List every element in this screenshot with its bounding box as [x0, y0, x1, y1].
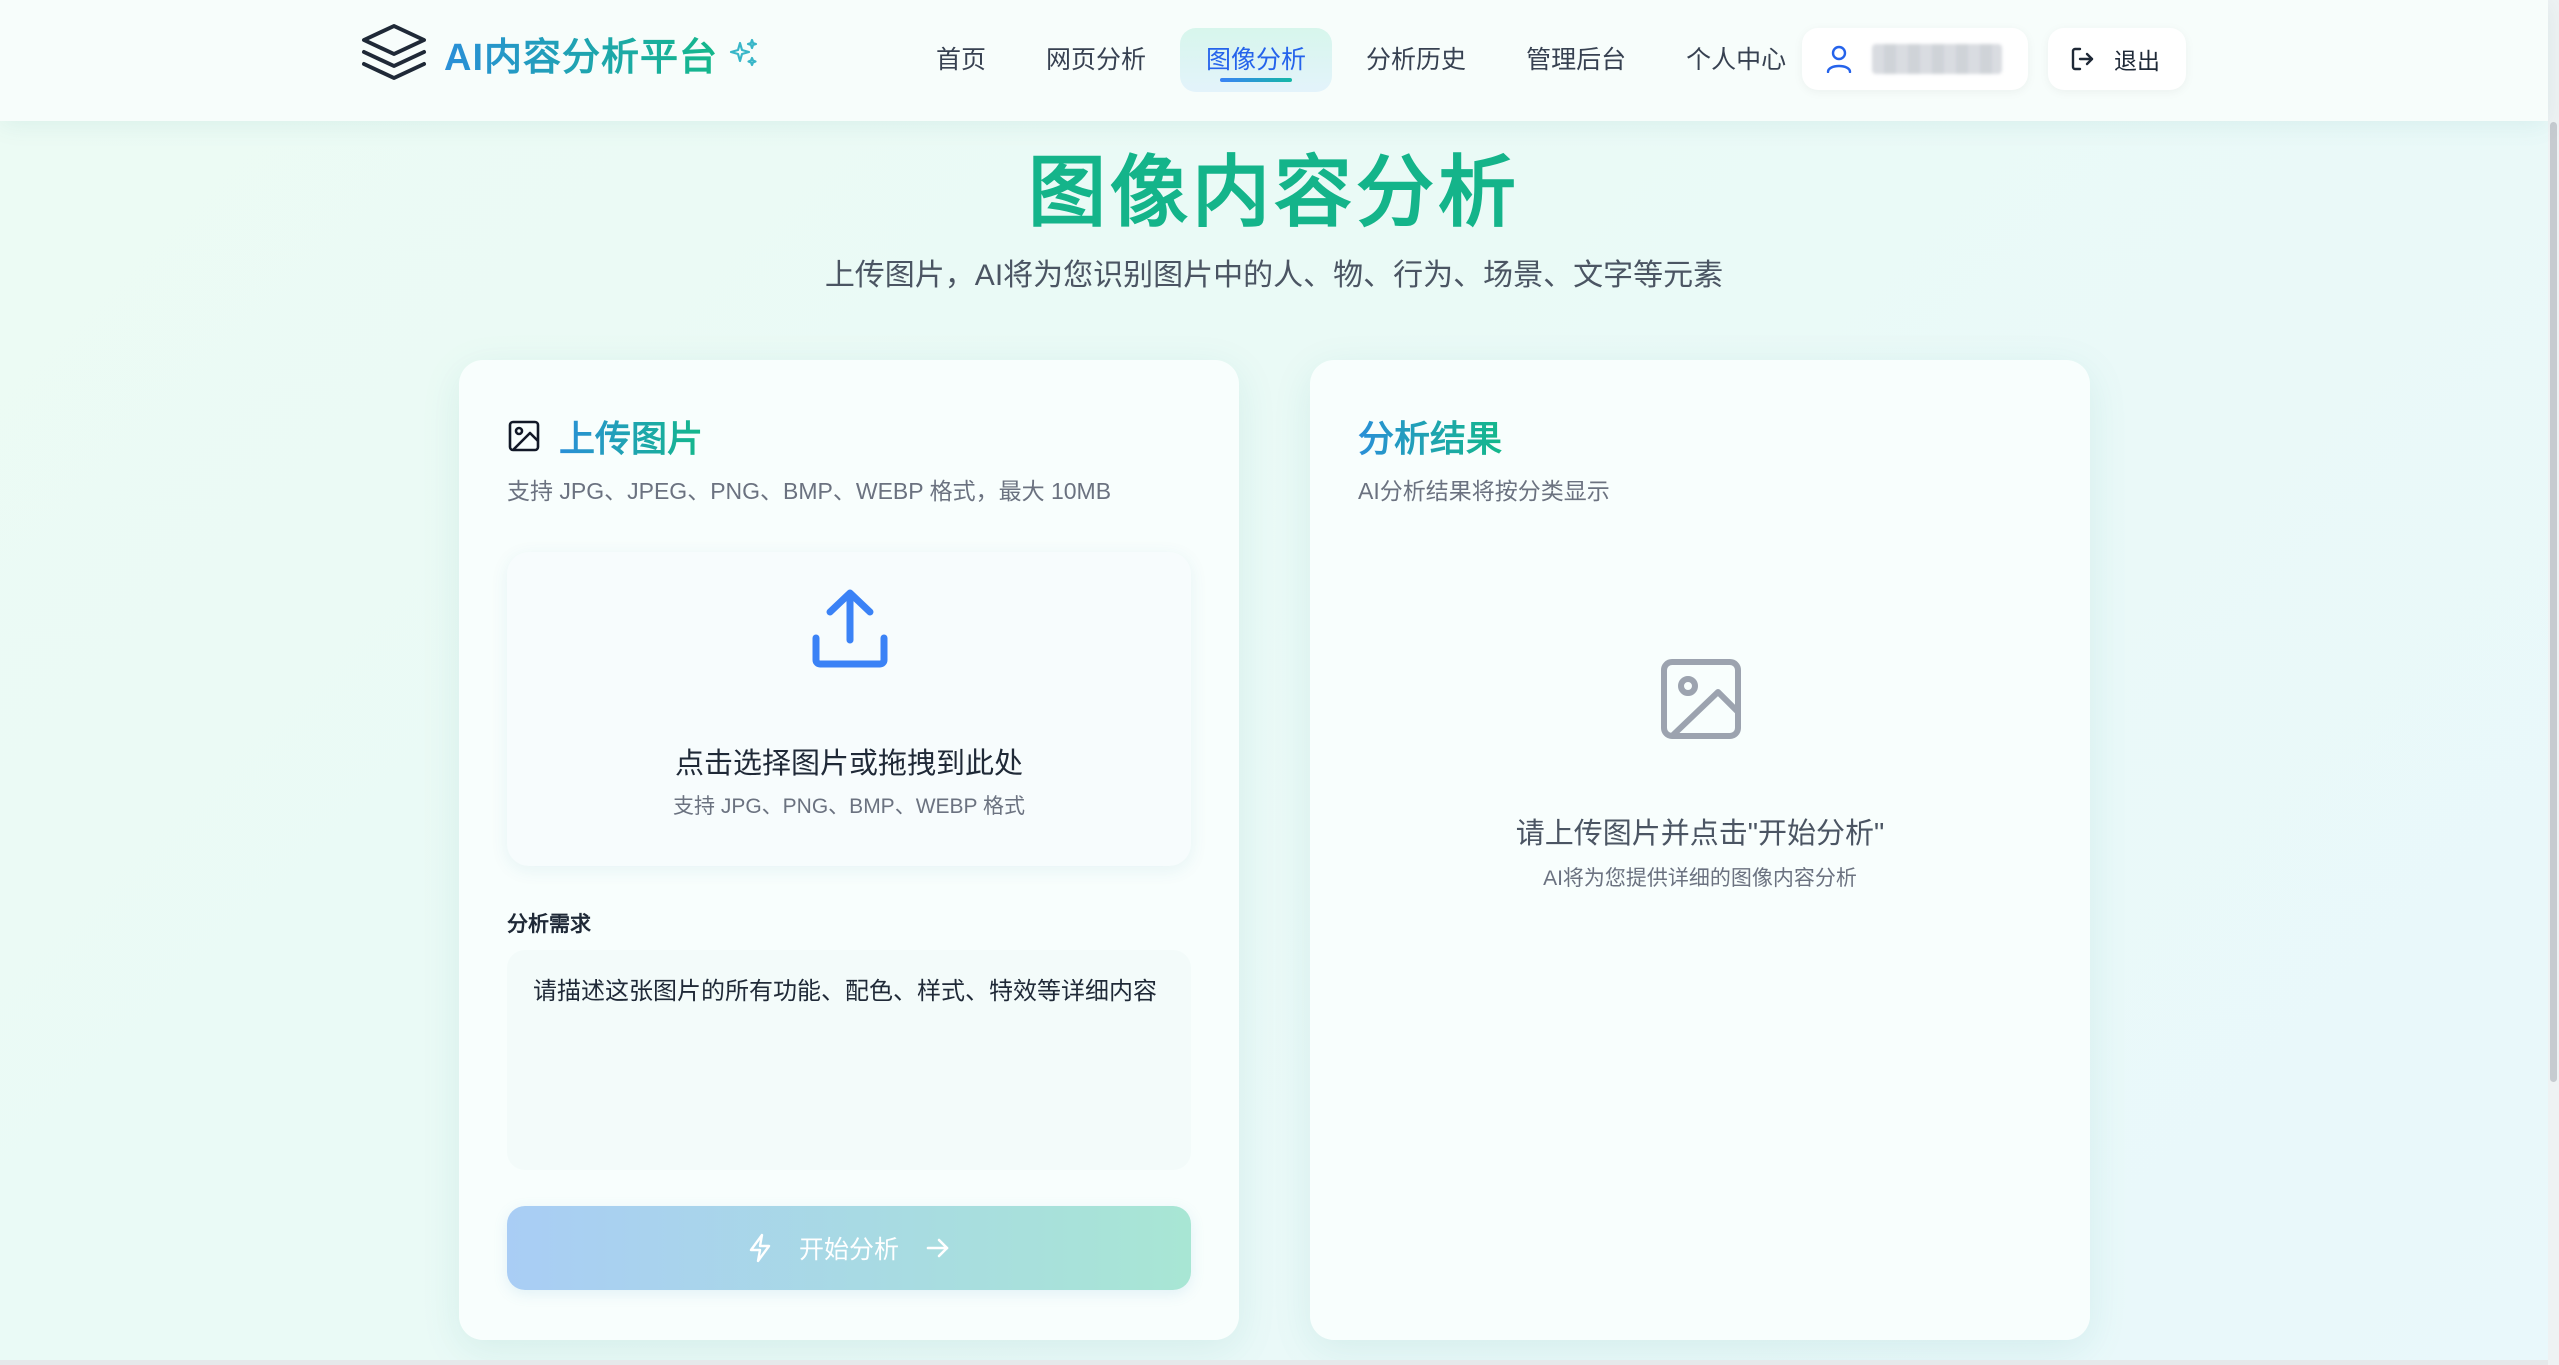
scrollbar-thumb[interactable]	[2550, 122, 2557, 1082]
upload-card-header: 上传图片	[507, 410, 703, 462]
start-analysis-label: 开始分析	[798, 1236, 899, 1264]
requirement-input[interactable]: 请描述这张图片的所有功能、配色、样式、特效等详细内容	[507, 950, 1191, 1170]
result-card: 分析结果 AI分析结果将按分类显示 请上传图片并点击"开始分析" AI将为您提供…	[1310, 360, 2090, 1340]
nav-analysis-history[interactable]: 分析历史	[1340, 28, 1492, 92]
result-empty-sub: AI将为您提供详细的图像内容分析	[1543, 867, 1857, 890]
layers-icon	[362, 24, 426, 80]
nav-profile[interactable]: 个人中心	[1660, 28, 1812, 92]
main-nav: 首页 网页分析 图像分析 分析历史 管理后台 个人中心	[910, 28, 1820, 92]
result-card-title: 分析结果	[1358, 410, 1502, 462]
upload-card-desc: 支持 JPG、JPEG、PNG、BMP、WEBP 格式，最大 10MB	[507, 478, 1112, 504]
image-placeholder-icon	[1661, 659, 1741, 739]
result-card-header: 分析结果	[1358, 410, 1502, 462]
result-empty-main: 请上传图片并点击"开始分析"	[1515, 818, 1885, 850]
result-card-desc: AI分析结果将按分类显示	[1358, 478, 1610, 504]
dropzone-main-text: 点击选择图片或拖拽到此处	[674, 748, 1023, 780]
logo[interactable]: AI内容分析平台	[358, 18, 760, 88]
arrow-right-icon	[926, 1238, 949, 1258]
upload-card: 上传图片 支持 JPG、JPEG、PNG、BMP、WEBP 格式，最大 10MB…	[459, 360, 1239, 1340]
logout-icon	[2071, 47, 2094, 71]
user-menu[interactable]: blurred-username	[1802, 28, 2028, 90]
start-analysis-button[interactable]: 开始分析	[507, 1206, 1191, 1290]
image-icon	[508, 420, 540, 452]
upload-card-title: 上传图片	[559, 410, 703, 462]
image-dropzone[interactable]: 点击选择图片或拖拽到此处 支持 JPG、PNG、BMP、WEBP 格式	[507, 552, 1191, 866]
upload-icon	[812, 589, 888, 668]
user-icon	[1826, 45, 1852, 73]
logout-button[interactable]: 退出	[2048, 28, 2186, 90]
user-name: blurred-username	[1872, 44, 2002, 74]
dropzone-sub-text: 支持 JPG、PNG、BMP、WEBP 格式	[673, 795, 1025, 818]
lightning-icon	[749, 1233, 771, 1263]
nav-admin[interactable]: 管理后台	[1500, 28, 1652, 92]
requirement-label: 分析需求	[507, 913, 591, 936]
page-title: 图像内容分析	[1027, 148, 1520, 236]
nav-image-analysis[interactable]: 图像分析	[1180, 28, 1333, 92]
nav-home[interactable]: 首页	[910, 28, 1012, 92]
page-subtitle: 上传图片，AI将为您识别图片中的人、物、行为、场景、文字等元素	[824, 259, 1724, 292]
top-header: AI内容分析平台 首页 网页分析 图像分析 分析历史 管理后台 个人中心 blu…	[0, 0, 2548, 121]
bottom-divider	[0, 1360, 2548, 1365]
logo-text: AI内容分析平台	[444, 26, 718, 81]
nav-web-analysis[interactable]: 网页分析	[1020, 28, 1172, 92]
sparkle-icon	[729, 38, 758, 67]
logout-label: 退出	[2114, 48, 2160, 74]
